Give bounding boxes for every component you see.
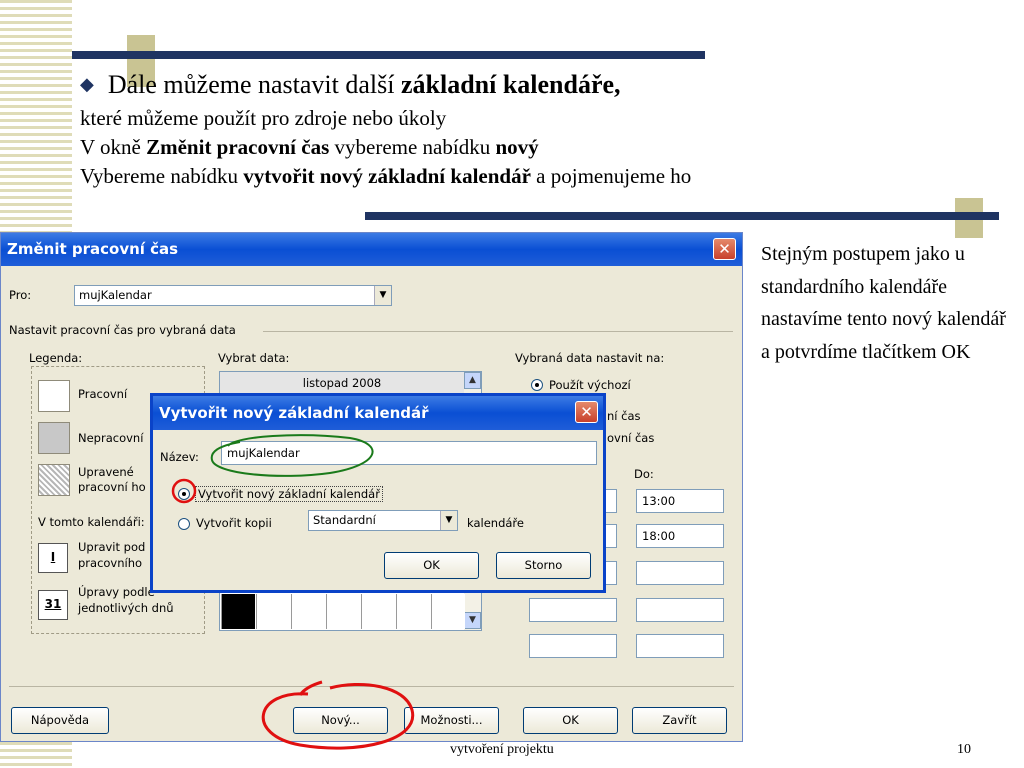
from-field[interactable] — [529, 634, 617, 658]
day-edit-line2: jednotlivých dnů — [78, 601, 174, 615]
calendar-select[interactable]: mujKalendar ▼ — [74, 285, 392, 306]
close-icon[interactable]: ✕ — [713, 238, 736, 260]
legend-label: Legenda: — [29, 351, 83, 365]
new-base-calendar-dialog: Vytvořit nový základní kalendář ✕ Název:… — [150, 393, 606, 593]
calendar-day[interactable] — [396, 594, 430, 629]
radio-copy-label: Vytvořit kopii — [196, 516, 272, 530]
set-to-label: Vybraná data nastavit na: — [515, 351, 665, 365]
radio-copy[interactable] — [178, 518, 190, 530]
radio-nonwork-label: ní čas — [607, 409, 641, 423]
to-label: Do: — [634, 467, 654, 481]
copy-calendar-value: Standardní — [313, 513, 376, 527]
legend-edited: Upravené — [78, 465, 134, 479]
in-calendar-label: V tomto kalendáři: — [38, 515, 145, 529]
footer-title: vytvoření projektu — [450, 742, 554, 757]
bullet-line: ◆ Dále můžeme nastavit další základní kal… — [80, 68, 980, 104]
calendar-day[interactable] — [221, 594, 255, 629]
line1-text: Dále můžeme nastavit další — [107, 70, 401, 99]
calendar-day[interactable] — [291, 594, 325, 629]
help-button[interactable]: Nápověda — [11, 707, 109, 734]
calendar-day[interactable] — [431, 594, 465, 629]
slide-body: ◆ Dále můžeme nastavit další základní kal… — [80, 68, 980, 191]
calendar-day[interactable] — [326, 594, 360, 629]
line4: Vybereme nabídku vytvořit nový základní … — [80, 162, 980, 191]
nonworking-swatch — [38, 422, 70, 454]
options-button[interactable]: Možnosti... — [404, 707, 499, 734]
decorative-bar-right — [365, 212, 999, 220]
line1-bold: základní kalendáře, — [400, 70, 621, 99]
calendar-day[interactable] — [256, 594, 290, 629]
group-divider — [263, 331, 733, 332]
radio-nondefault-label: ovní čas — [607, 431, 655, 445]
to-field[interactable] — [636, 598, 724, 622]
line2-text: které můžeme použít pro zdroje nebo úkol… — [80, 106, 447, 130]
line4-bold: vytvořit nový základní kalendář — [243, 164, 531, 188]
decorative-bar — [72, 51, 705, 59]
to-field[interactable] — [636, 561, 724, 585]
dialog-cancel-button[interactable]: Storno — [496, 552, 591, 579]
close-button[interactable]: Zavřít — [632, 707, 727, 734]
side-note: Stejným postupem jako u standardního kal… — [761, 243, 1006, 363]
calendar-day-icon: 31 — [38, 590, 68, 620]
line4-post: a pojmenujeme ho — [530, 164, 692, 188]
edit-working-icon: I — [38, 543, 68, 573]
copy-suffix: kalendáře — [467, 516, 524, 530]
radio-new-calendar-label: Vytvořit nový základní kalendář — [195, 486, 383, 502]
radio-default[interactable] — [531, 379, 543, 391]
legend-nonworking: Nepracovní — [78, 431, 144, 445]
scroll-down-icon[interactable]: ▼ — [464, 612, 481, 629]
dialog-ok-button[interactable]: OK — [384, 552, 479, 579]
line3-bold2: nový — [495, 135, 539, 159]
select-data-label: Vybrat data: — [218, 351, 290, 365]
ok-button[interactable]: OK — [523, 707, 618, 734]
month-label: listopad 2008 — [220, 372, 464, 394]
edit-working-line1: Upravit pod — [78, 540, 146, 554]
line3-bold1: Změnit pracovní čas — [146, 135, 330, 159]
edit-working-line2: pracovního — [78, 556, 143, 570]
name-label: Název: — [160, 450, 199, 464]
calendar-day[interactable] — [361, 594, 395, 629]
to-field[interactable]: 18:00 — [636, 524, 724, 548]
scroll-up-icon[interactable]: ▲ — [464, 372, 481, 389]
chevron-down-icon[interactable]: ▼ — [440, 511, 457, 530]
day-edit-line1: Úpravy podle — [78, 585, 155, 599]
new-button[interactable]: Nový... — [293, 707, 388, 734]
copy-calendar-select[interactable]: Standardní ▼ — [308, 510, 458, 531]
name-input[interactable]: mujKalendar — [221, 441, 597, 465]
diamond-bullet-icon: ◆ — [80, 74, 94, 94]
radio-default-label: Použít výchozí — [549, 378, 631, 392]
to-field[interactable] — [636, 634, 724, 658]
legend-edited-2: pracovní ho — [78, 480, 146, 494]
line3-text: V okně — [80, 135, 147, 159]
dialog-title: Vytvořit nový základní kalendář — [153, 396, 603, 430]
bottom-divider — [9, 686, 734, 687]
slide-footer: vytvoření projektu 10 — [0, 742, 1024, 762]
calendar-select-value: mujKalendar — [79, 288, 152, 302]
legend-working: Pracovní — [78, 387, 128, 401]
chevron-down-icon[interactable]: ▼ — [374, 286, 391, 305]
close-icon[interactable]: ✕ — [575, 401, 598, 423]
window-title: Změnit pracovní čas — [1, 233, 742, 266]
to-field[interactable]: 13:00 — [636, 489, 724, 513]
group-label: Nastavit pracovní čas pro vybraná data — [9, 323, 236, 337]
line3-mid: vybereme nabídku — [329, 135, 496, 159]
from-field[interactable] — [529, 598, 617, 622]
pro-label: Pro: — [9, 288, 32, 302]
line4-text: Vybereme nabídku — [80, 164, 244, 188]
line3: V okně Změnit pracovní čas vybereme nabí… — [80, 133, 980, 162]
working-swatch — [38, 380, 70, 412]
page-number: 10 — [957, 742, 971, 757]
radio-new-calendar[interactable] — [178, 488, 190, 500]
edited-swatch — [38, 464, 70, 496]
